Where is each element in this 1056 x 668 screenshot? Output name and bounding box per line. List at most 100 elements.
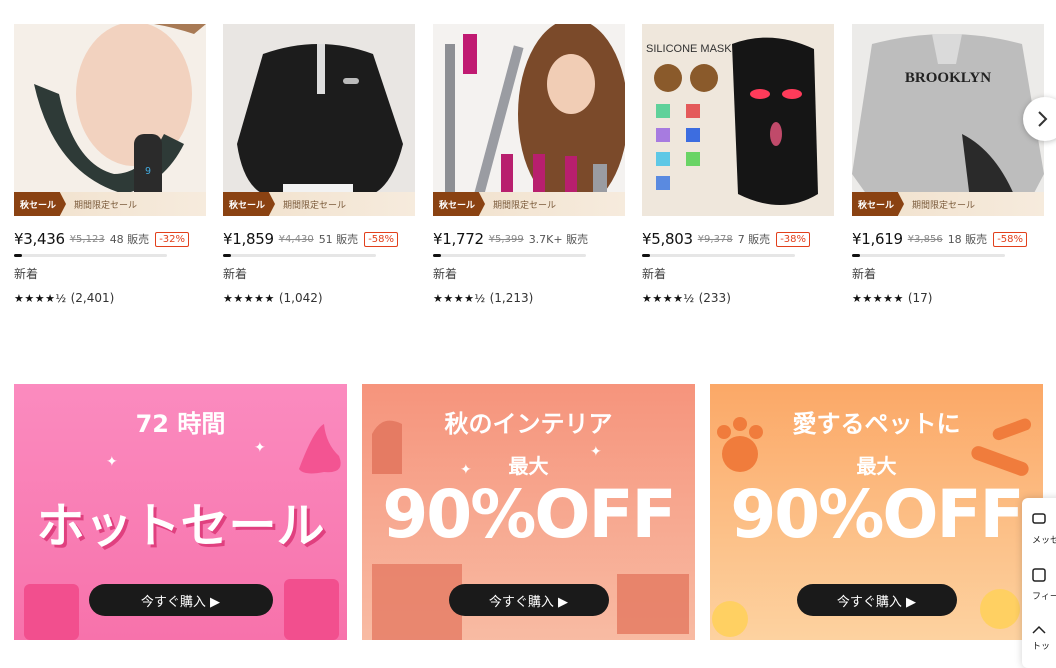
chevron-up-icon xyxy=(1032,625,1046,634)
banner-title: 愛するペットに xyxy=(792,410,961,438)
side-top[interactable]: トッ xyxy=(1032,624,1056,652)
autumn-sale-tag: 秋セール xyxy=(433,192,486,216)
sales-progress-bar xyxy=(14,254,167,257)
original-price: ¥9,378 xyxy=(697,233,733,245)
original-price: ¥5,399 xyxy=(488,233,524,245)
star-rating-icon: ★★★★★ xyxy=(852,291,904,305)
sale-strip: 秋セール 期間限定セール xyxy=(223,192,415,216)
buy-now-button[interactable]: 今すぐ購入 ▶ xyxy=(796,584,957,616)
limited-sale-label: 期間限定セール xyxy=(493,200,557,211)
banner-subtitle: 最大 xyxy=(856,454,897,478)
rating: ★★★★★ (17) xyxy=(852,291,1044,305)
sale-strip: 秋セール 期間限定セール xyxy=(852,192,1044,216)
product-card[interactable]: 9 秋セール 期間限定セール ¥3,436 ¥5,123 48 販売 -32% … xyxy=(14,24,206,305)
rating: ★★★★½ (2,401) xyxy=(14,291,206,305)
image-caption: BROOKLYN xyxy=(905,70,991,86)
side-top-label: トッ xyxy=(1032,642,1051,652)
side-feed[interactable]: フィード xyxy=(1032,568,1056,602)
face-slimming-device-image: 9 xyxy=(14,24,206,216)
side-messages[interactable]: メッセ xyxy=(1032,512,1056,546)
product-card[interactable]: 秋セール 期間限定セール ¥1,859 ¥4,430 51 販売 -58% 新着… xyxy=(223,24,415,305)
sales-progress-bar xyxy=(852,254,1005,257)
feed-icon xyxy=(1032,568,1046,582)
price: ¥1,619 xyxy=(852,230,903,248)
autumn-sale-tag: 秋セール xyxy=(852,192,905,216)
discount-badge: -38% xyxy=(776,231,811,247)
sweatshirt-image: BROOKLYN xyxy=(852,24,1044,216)
hair-styler-image xyxy=(433,24,625,216)
price: ¥1,772 xyxy=(433,230,484,248)
chevron-right-icon xyxy=(1038,111,1048,127)
price-row: ¥1,619 ¥3,856 18 販売 -58% xyxy=(852,230,1044,248)
rating: ★★★★½ (1,213) xyxy=(433,291,625,305)
message-icon xyxy=(1032,513,1046,524)
original-price: ¥5,123 xyxy=(69,233,105,245)
product-carousel: 9 秋セール 期間限定セール ¥3,436 ¥5,123 48 販売 -32% … xyxy=(0,0,1056,320)
sales-progress-bar xyxy=(223,254,376,257)
new-badge: 新着 xyxy=(14,267,39,281)
price-row: ¥1,772 ¥5,399 3.7K+ 販売 xyxy=(433,230,625,248)
original-price: ¥3,856 xyxy=(907,233,943,245)
sold-count: 3.7K+ 販売 xyxy=(528,233,589,246)
product-image[interactable]: BROOKLYN 秋セール 期間限定セール xyxy=(852,24,1044,216)
star-rating-icon: ★★★★★ xyxy=(223,291,275,305)
floating-side-panel: メッセ フィード トッ xyxy=(1022,498,1056,668)
discount-badge: -58% xyxy=(993,231,1028,247)
product-card[interactable]: BROOKLYN 秋セール 期間限定セール ¥1,619 ¥3,856 18 販… xyxy=(852,24,1044,305)
promo-banner-interior[interactable]: ✦ ✦ 秋のインテリア 最大 90%OFF 今すぐ購入 ▶ xyxy=(362,384,695,640)
banner-subtitle: 72 時間 xyxy=(135,410,226,438)
price-row: ¥3,436 ¥5,123 48 販売 -32% xyxy=(14,230,206,248)
sold-count: 51 販売 xyxy=(318,233,359,246)
sale-strip: 秋セール 期間限定セール xyxy=(433,192,625,216)
review-count: (17) xyxy=(907,291,933,305)
rating: ★★★★½ (233) xyxy=(642,291,834,305)
review-count: (1,213) xyxy=(489,291,534,305)
limited-sale-label: 期間限定セール xyxy=(74,200,138,211)
star-rating-icon: ★★★★½ xyxy=(14,291,67,305)
discount-badge: -58% xyxy=(364,231,399,247)
review-count: (233) xyxy=(698,291,731,305)
product-image[interactable]: 9 秋セール 期間限定セール xyxy=(14,24,206,216)
product-card[interactable]: SILICONE MASK ¥5,803 ¥9,378 7 販売 -38% 新着… xyxy=(642,24,834,305)
banner-subtitle: 最大 xyxy=(508,454,549,478)
discount-badge: -32% xyxy=(155,231,190,247)
banner-headline: ホットセール xyxy=(36,498,325,554)
sales-progress-bar xyxy=(433,254,586,257)
buy-now-button[interactable]: 今すぐ購入 ▶ xyxy=(88,584,273,616)
sold-count: 18 販売 xyxy=(947,233,988,246)
price: ¥1,859 xyxy=(223,230,274,248)
star-rating-icon: ★★★★½ xyxy=(433,291,486,305)
review-count: (2,401) xyxy=(70,291,115,305)
svg-text:✦: ✦ xyxy=(254,440,266,456)
banner-title: 秋のインテリア xyxy=(444,410,613,438)
price-row: ¥5,803 ¥9,378 7 販売 -38% xyxy=(642,230,834,248)
limited-sale-label: 期間限定セール xyxy=(283,200,347,211)
product-image[interactable]: 秋セール 期間限定セール xyxy=(223,24,415,216)
side-feed-label: フィード xyxy=(1032,592,1056,602)
new-badge: 新着 xyxy=(433,267,458,281)
original-price: ¥4,430 xyxy=(278,233,314,245)
banner-headline: 90%OFF xyxy=(382,476,676,553)
side-messages-label: メッセ xyxy=(1032,536,1056,546)
buy-now-button[interactable]: 今すぐ購入 ▶ xyxy=(448,584,609,616)
price: ¥3,436 xyxy=(14,230,65,248)
autumn-sale-tag: 秋セール xyxy=(14,192,67,216)
review-count: (1,042) xyxy=(278,291,323,305)
product-image[interactable]: 秋セール 期間限定セール xyxy=(433,24,625,216)
price: ¥5,803 xyxy=(642,230,693,248)
product-image[interactable]: SILICONE MASK xyxy=(642,24,834,216)
led-face-mask-image: SILICONE MASK xyxy=(642,24,834,216)
limited-sale-label: 期間限定セール xyxy=(912,200,976,211)
image-caption: SILICONE MASK xyxy=(646,43,732,55)
star-rating-icon: ★★★★½ xyxy=(642,291,695,305)
rating: ★★★★★ (1,042) xyxy=(223,291,415,305)
product-card[interactable]: 秋セール 期間限定セール ¥1,772 ¥5,399 3.7K+ 販売 新着 ★… xyxy=(433,24,625,305)
price-row: ¥1,859 ¥4,430 51 販売 -58% xyxy=(223,230,415,248)
new-badge: 新着 xyxy=(642,267,667,281)
new-badge: 新着 xyxy=(223,267,248,281)
promo-banner-pets[interactable]: 愛するペットに 最大 90%OFF 今すぐ購入 ▶ xyxy=(710,384,1043,640)
promo-banner-hot-sale[interactable]: ✦ ✦ 72 時間 ホットセール 今すぐ購入 ▶ xyxy=(14,384,347,640)
sales-progress-bar xyxy=(642,254,795,257)
sale-strip: 秋セール 期間限定セール xyxy=(14,192,206,216)
svg-text:9: 9 xyxy=(145,166,151,177)
